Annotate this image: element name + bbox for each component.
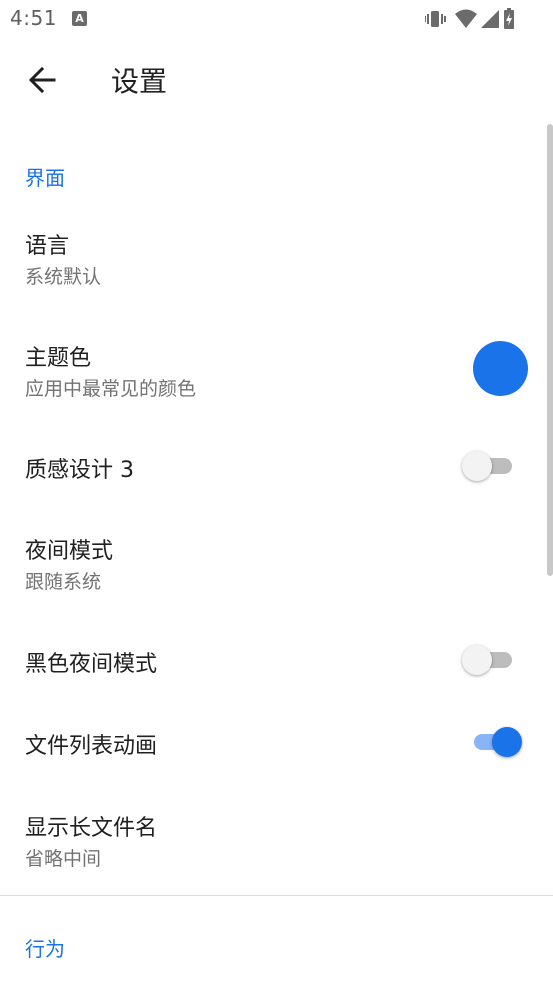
material-design-3-switch[interactable] <box>462 450 522 481</box>
vibrate-icon <box>425 11 446 27</box>
arrow-left-icon <box>28 66 56 94</box>
pref-night-mode-summary: 跟随系统 <box>25 571 102 593</box>
pref-language[interactable]: 语言 系统默认 <box>0 210 553 310</box>
pref-material-design-3[interactable]: 质感设计 3 <box>0 432 553 502</box>
pref-theme-color-summary: 应用中最常见的颜色 <box>25 378 197 400</box>
pref-night-mode-title: 夜间模式 <box>25 539 114 564</box>
signal-icon <box>481 10 499 28</box>
switch-thumb <box>492 727 522 757</box>
switch-thumb <box>462 451 492 481</box>
notification-icon-label: A <box>75 12 84 25</box>
pref-long-file-names[interactable]: 显示长文件名 省略中间 <box>0 795 553 885</box>
pref-black-night-mode[interactable]: 黑色夜间模式 <box>0 626 553 696</box>
battery-charging-icon <box>504 8 514 29</box>
app-bar: 设置 <box>0 38 553 122</box>
wifi-icon <box>455 9 477 28</box>
pref-black-night-mode-title: 黑色夜间模式 <box>25 652 158 677</box>
section-divider <box>0 895 553 896</box>
theme-color-swatch <box>473 341 528 396</box>
settings-screen: 4:51 A 设置 界面 语言 系统默认 主题色 应用中最常见的颜色 质感设计 … <box>0 0 553 983</box>
pref-file-list-animation[interactable]: 文件列表动画 <box>0 708 553 778</box>
status-icons <box>425 8 514 29</box>
pref-file-list-animation-title: 文件列表动画 <box>25 734 158 759</box>
switch-thumb <box>462 645 492 675</box>
file-list-animation-switch[interactable] <box>462 726 522 757</box>
pref-night-mode[interactable]: 夜间模式 跟随系统 <box>0 517 553 607</box>
back-button[interactable] <box>18 56 66 104</box>
status-time: 4:51 <box>10 6 57 30</box>
status-bar: 4:51 A <box>0 0 553 38</box>
pref-theme-color-title: 主题色 <box>25 346 92 371</box>
section-header-interface: 界面 <box>25 166 65 190</box>
pref-material-design-3-title: 质感设计 3 <box>25 458 134 483</box>
section-header-behavior: 行为 <box>25 937 65 961</box>
page-title: 设置 <box>111 65 168 98</box>
black-night-mode-switch[interactable] <box>462 644 522 675</box>
pref-language-title: 语言 <box>25 234 70 259</box>
pref-theme-color[interactable]: 主题色 应用中最常见的颜色 <box>0 322 553 422</box>
pref-long-file-names-summary: 省略中间 <box>25 848 102 870</box>
pref-long-file-names-title: 显示长文件名 <box>25 816 158 841</box>
notification-icon: A <box>72 11 87 26</box>
pref-language-summary: 系统默认 <box>25 266 102 288</box>
